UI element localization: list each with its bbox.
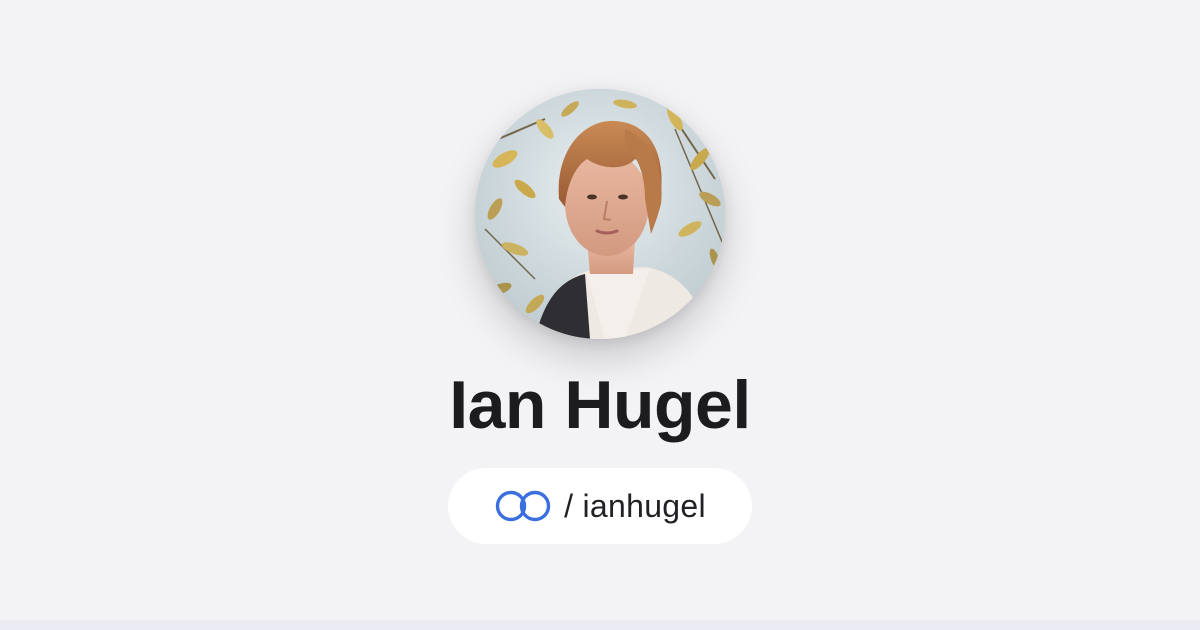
bottom-divider (0, 620, 1200, 630)
profile-handle: / ianhugel (564, 487, 706, 524)
linked-rings-icon (495, 490, 551, 522)
profile-card: Ian Hugel / ianhugel (0, 0, 1200, 630)
profile-handle-pill[interactable]: / ianhugel (448, 468, 752, 544)
avatar[interactable] (475, 89, 725, 339)
avatar-photo (475, 89, 725, 339)
profile-name: Ian Hugel (449, 367, 751, 443)
